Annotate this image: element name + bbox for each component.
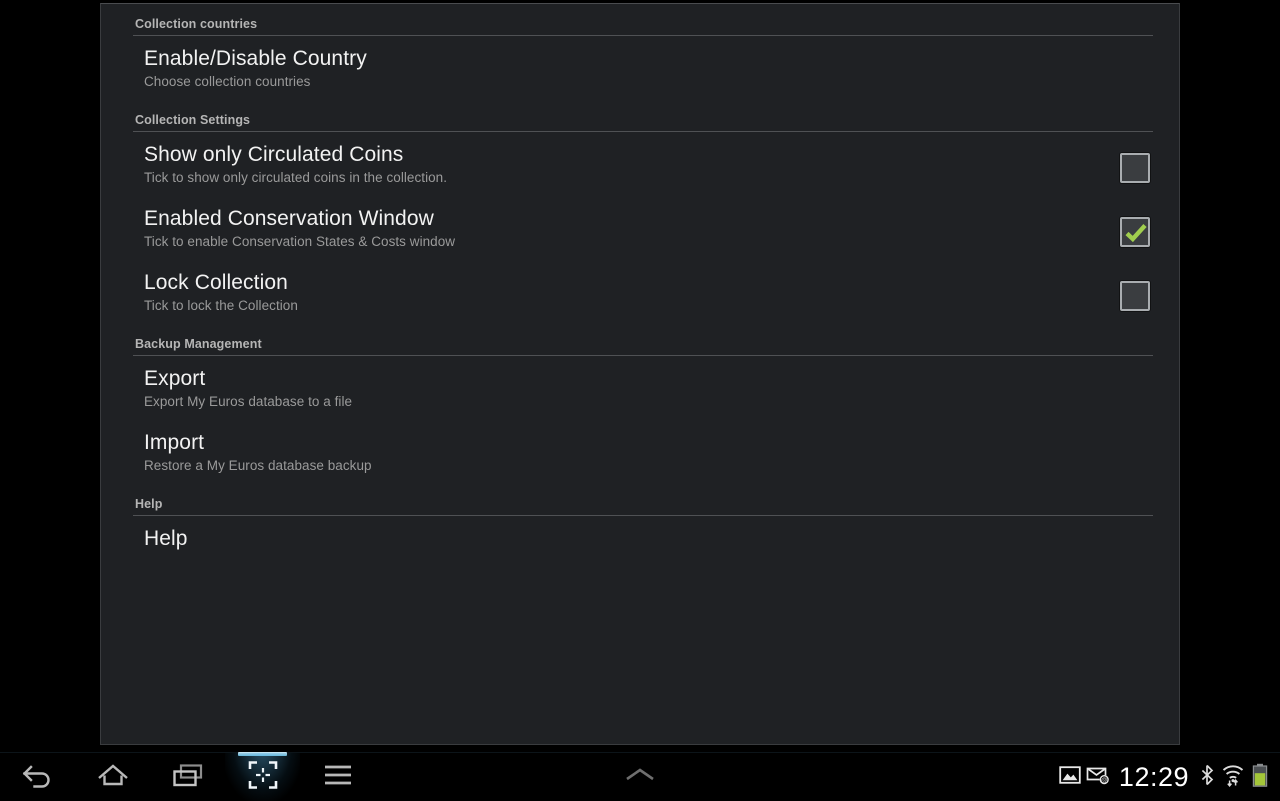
preference-row[interactable]: Enabled Conservation Window Tick to enabl… <box>101 196 1179 260</box>
back-icon <box>21 762 55 793</box>
preference-title: Help <box>144 527 188 550</box>
preference-title: Export <box>144 367 206 390</box>
nav-buttons-group <box>0 752 375 801</box>
section-header: Collection Settings <box>101 100 1179 132</box>
preference-summary: Restore a My Euros database backup <box>144 458 372 473</box>
section-header: Help <box>101 484 1179 516</box>
android-screen: Collection countries Enable/Disable Count… <box>0 0 1280 801</box>
section-header-label: Help <box>135 497 163 511</box>
preference-summary: Export My Euros database to a file <box>144 394 353 409</box>
home-icon <box>96 762 130 793</box>
notification-drawer-handle[interactable] <box>608 753 672 801</box>
preference-widget-slot <box>1089 270 1179 311</box>
system-status-icons[interactable] <box>1200 763 1272 792</box>
preference-text-group: Enabled Conservation Window Tick to enabl… <box>101 206 1089 250</box>
section-header: Backup Management <box>101 324 1179 356</box>
preference-checkbox[interactable] <box>1120 281 1150 311</box>
preference-widget-slot <box>1089 46 1179 57</box>
nav-back-button[interactable] <box>0 753 75 801</box>
preference-summary: Tick to show only circulated coins in th… <box>144 170 448 185</box>
preference-summary: Tick to enable Conservation States & Cos… <box>144 234 456 249</box>
bluetooth-icon <box>1200 764 1214 791</box>
preference-title: Enable/Disable Country <box>144 47 367 70</box>
preference-row[interactable]: Enable/Disable Country Choose collection … <box>101 36 1179 100</box>
preference-widget-slot <box>1089 430 1179 441</box>
email-icon: @ <box>1086 765 1110 790</box>
preference-title: Lock Collection <box>144 271 288 294</box>
preference-text-group: Show only Circulated Coins Tick to show o… <box>101 142 1089 186</box>
preference-title: Show only Circulated Coins <box>144 143 404 166</box>
section-header: Collection countries <box>101 4 1179 36</box>
preference-title: Enabled Conservation Window <box>144 207 434 230</box>
nav-recent-apps-button[interactable] <box>150 753 225 801</box>
preference-widget-slot <box>1089 366 1179 377</box>
recent-apps-icon <box>171 762 205 793</box>
notification-icons[interactable]: @ <box>1059 765 1110 790</box>
screenshot-notification-icon <box>1059 765 1081 790</box>
preference-text-group: Help <box>101 526 1089 551</box>
preference-checkbox[interactable] <box>1120 153 1150 183</box>
system-navigation-bar: @ 12:29 <box>0 752 1280 801</box>
section-header-label: Backup Management <box>135 337 262 351</box>
menu-icon <box>323 763 353 792</box>
battery-icon <box>1252 763 1268 792</box>
preference-widget-slot <box>1089 142 1179 183</box>
preference-text-group: Export Export My Euros database to a file <box>101 366 1089 410</box>
preferences-list: Collection countries Enable/Disable Count… <box>101 4 1179 561</box>
preference-checkbox[interactable] <box>1120 217 1150 247</box>
screenshot-icon <box>247 759 279 796</box>
preference-text-group: Enable/Disable Country Choose collection … <box>101 46 1089 90</box>
preference-row[interactable]: Show only Circulated Coins Tick to show o… <box>101 132 1179 196</box>
status-area[interactable]: @ 12:29 <box>1059 753 1272 801</box>
preference-text-group: Lock Collection Tick to lock the Collecti… <box>101 270 1089 314</box>
preference-row[interactable]: Help <box>101 516 1179 561</box>
preference-widget-slot <box>1089 526 1179 537</box>
preference-row[interactable]: Export Export My Euros database to a file <box>101 356 1179 420</box>
checkmark-icon <box>1125 224 1147 243</box>
preference-summary: Tick to lock the Collection <box>144 298 298 313</box>
preference-row[interactable]: Import Restore a My Euros database backup <box>101 420 1179 484</box>
svg-text:@: @ <box>1101 777 1107 784</box>
section-header-label: Collection countries <box>135 17 258 31</box>
preference-widget-slot <box>1089 206 1179 247</box>
section-header-label: Collection Settings <box>135 113 251 127</box>
status-clock[interactable]: 12:29 <box>1117 763 1193 791</box>
nav-screenshot-button[interactable] <box>225 752 300 801</box>
settings-window: Collection countries Enable/Disable Count… <box>100 3 1180 745</box>
preference-title: Import <box>144 431 205 454</box>
preference-row[interactable]: Lock Collection Tick to lock the Collecti… <box>101 260 1179 324</box>
wifi-icon <box>1221 763 1245 792</box>
preference-summary: Choose collection countries <box>144 74 311 89</box>
nav-menu-button[interactable] <box>300 753 375 801</box>
chevron-up-icon <box>623 765 657 790</box>
nav-home-button[interactable] <box>75 753 150 801</box>
preference-text-group: Import Restore a My Euros database backup <box>101 430 1089 474</box>
